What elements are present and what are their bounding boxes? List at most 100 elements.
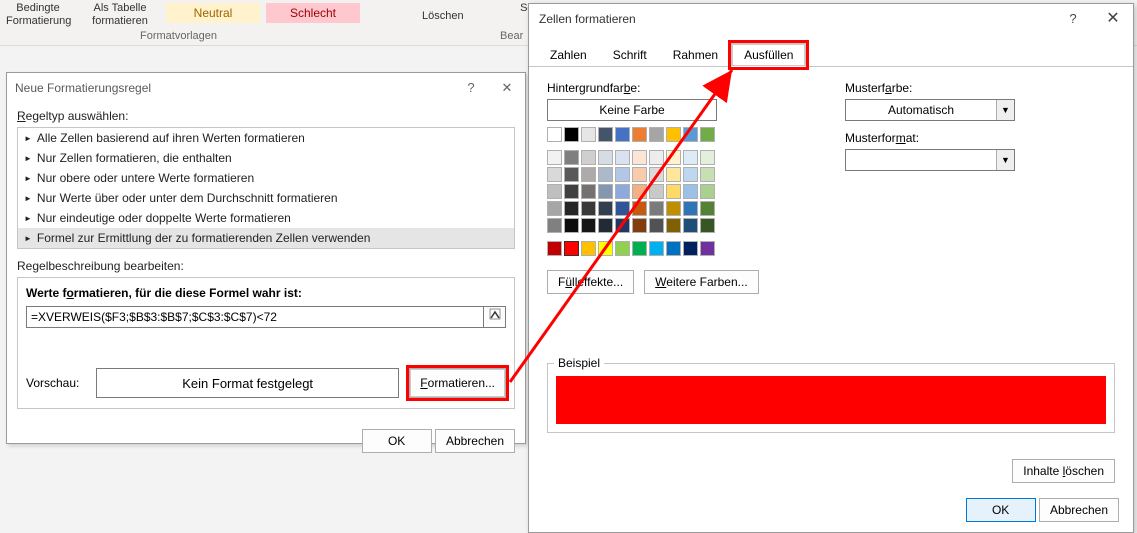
color-swatch[interactable] (615, 184, 630, 199)
format-button[interactable]: Formatieren... (409, 368, 506, 398)
color-swatch[interactable] (649, 150, 664, 165)
formula-input[interactable] (26, 306, 484, 328)
dlg1-help-button[interactable]: ? (453, 73, 489, 103)
color-swatch[interactable] (615, 150, 630, 165)
color-swatch[interactable] (564, 127, 579, 142)
fill-effects-button[interactable]: Fülleffekte... (547, 270, 634, 294)
color-swatch[interactable] (700, 184, 715, 199)
color-swatch[interactable] (564, 241, 579, 256)
color-swatch[interactable] (666, 150, 681, 165)
color-swatch[interactable] (632, 241, 647, 256)
ribbon-als-tabelle[interactable]: Als Tabelleformatieren (80, 2, 160, 28)
color-swatch[interactable] (666, 201, 681, 216)
color-swatch[interactable] (581, 127, 596, 142)
color-swatch[interactable] (581, 201, 596, 216)
color-swatch[interactable] (615, 218, 630, 233)
color-swatch[interactable] (581, 184, 596, 199)
color-swatch[interactable] (700, 201, 715, 216)
rule-option-4[interactable]: Nur eindeutige oder doppelte Werte forma… (18, 208, 514, 228)
clear-contents-button[interactable]: Inhalte löschen (1012, 459, 1115, 483)
color-swatch[interactable] (683, 127, 698, 142)
dlg2-help-button[interactable]: ? (1053, 4, 1093, 34)
rule-option-3[interactable]: Nur Werte über oder unter dem Durchschni… (18, 188, 514, 208)
color-swatch[interactable] (564, 201, 579, 216)
formula-ref-button[interactable] (484, 306, 506, 328)
dlg1-ok-button[interactable]: OK (362, 429, 432, 453)
color-swatch[interactable] (598, 241, 613, 256)
color-swatch[interactable] (700, 167, 715, 182)
ribbon-loeschen[interactable]: Löschen (422, 10, 464, 23)
dlg2-ok-button[interactable]: OK (966, 498, 1036, 522)
color-swatch[interactable] (649, 218, 664, 233)
dlg2-close-button[interactable]: ✕ (1093, 4, 1133, 34)
color-swatch[interactable] (649, 241, 664, 256)
color-swatch[interactable] (649, 201, 664, 216)
color-swatch[interactable] (598, 150, 613, 165)
color-swatch[interactable] (632, 127, 647, 142)
color-swatch[interactable] (547, 167, 562, 182)
ribbon-bedingte[interactable]: BedingteFormatierung (6, 2, 70, 28)
dlg1-cancel-button[interactable]: Abbrechen (435, 429, 515, 453)
color-swatch[interactable] (700, 150, 715, 165)
color-swatch[interactable] (547, 150, 562, 165)
color-swatch[interactable] (649, 184, 664, 199)
color-swatch[interactable] (581, 218, 596, 233)
color-swatch[interactable] (615, 127, 630, 142)
style-neutral[interactable]: Neutral (166, 3, 260, 23)
color-swatch[interactable] (547, 184, 562, 199)
no-color-button[interactable]: Keine Farbe (547, 99, 717, 121)
tab-ausfuellen[interactable]: Ausfüllen (731, 43, 806, 67)
color-swatch[interactable] (649, 127, 664, 142)
color-swatch[interactable] (615, 167, 630, 182)
color-swatch[interactable] (547, 218, 562, 233)
rule-option-0[interactable]: Alle Zellen basierend auf ihren Werten f… (18, 128, 514, 148)
color-swatch[interactable] (632, 167, 647, 182)
rule-option-5[interactable]: Formel zur Ermittlung der zu formatieren… (18, 228, 514, 248)
color-swatch[interactable] (632, 184, 647, 199)
color-swatch[interactable] (632, 150, 647, 165)
color-swatch[interactable] (581, 241, 596, 256)
color-swatch[interactable] (598, 127, 613, 142)
color-swatch[interactable] (666, 184, 681, 199)
color-swatch[interactable] (666, 127, 681, 142)
color-swatch[interactable] (564, 218, 579, 233)
color-swatch[interactable] (683, 184, 698, 199)
color-swatch[interactable] (666, 167, 681, 182)
color-swatch[interactable] (700, 127, 715, 142)
color-swatch[interactable] (683, 167, 698, 182)
mustercolor-combo[interactable]: Automatisch ▼ (845, 99, 1015, 121)
color-swatch[interactable] (700, 218, 715, 233)
more-colors-button[interactable]: Weitere Farben... (644, 270, 758, 294)
color-swatch[interactable] (632, 201, 647, 216)
dlg1-close-button[interactable]: ✕ (489, 73, 525, 103)
color-swatch[interactable] (581, 150, 596, 165)
color-swatch[interactable] (683, 241, 698, 256)
tab-schrift[interactable]: Schrift (600, 43, 660, 67)
color-swatch[interactable] (598, 201, 613, 216)
color-swatch[interactable] (615, 201, 630, 216)
color-swatch[interactable] (564, 167, 579, 182)
rule-option-2[interactable]: Nur obere oder untere Werte formatieren (18, 168, 514, 188)
color-swatch[interactable] (666, 218, 681, 233)
color-swatch[interactable] (547, 241, 562, 256)
dlg2-cancel-button[interactable]: Abbrechen (1039, 498, 1119, 522)
tab-zahlen[interactable]: Zahlen (537, 43, 600, 67)
color-swatch[interactable] (598, 184, 613, 199)
color-swatch[interactable] (632, 218, 647, 233)
color-swatch[interactable] (564, 184, 579, 199)
color-swatch[interactable] (598, 167, 613, 182)
rule-option-1[interactable]: Nur Zellen formatieren, die enthalten (18, 148, 514, 168)
color-swatch[interactable] (649, 167, 664, 182)
color-swatch[interactable] (683, 150, 698, 165)
color-swatch[interactable] (683, 201, 698, 216)
color-swatch[interactable] (564, 150, 579, 165)
color-swatch[interactable] (666, 241, 681, 256)
tab-rahmen[interactable]: Rahmen (660, 43, 731, 67)
color-swatch[interactable] (683, 218, 698, 233)
musterformat-combo[interactable]: ▼ (845, 149, 1015, 171)
color-swatch[interactable] (547, 127, 562, 142)
color-swatch[interactable] (700, 241, 715, 256)
color-swatch[interactable] (598, 218, 613, 233)
style-schlecht[interactable]: Schlecht (266, 3, 360, 23)
color-swatch[interactable] (547, 201, 562, 216)
